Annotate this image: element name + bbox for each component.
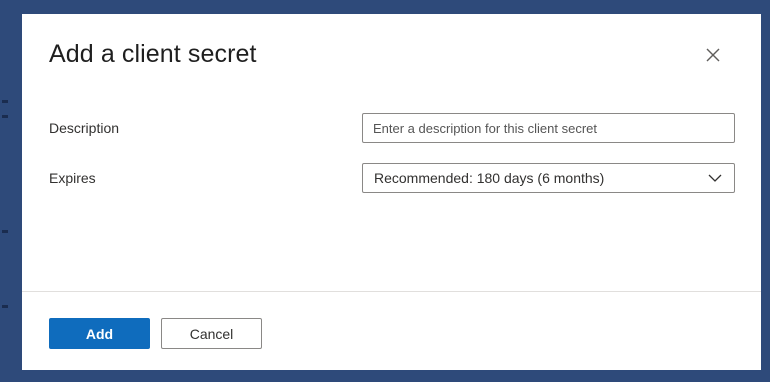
close-icon[interactable]: [704, 46, 722, 64]
footer-divider: [22, 291, 761, 292]
chevron-down-icon: [708, 174, 722, 182]
cancel-button[interactable]: Cancel: [161, 318, 262, 349]
expires-selected-value: Recommended: 180 days (6 months): [374, 170, 605, 186]
dialog-title: Add a client secret: [49, 40, 257, 68]
client-secret-dialog: Add a client secret Description Expires …: [22, 14, 761, 370]
backdrop-mark: [2, 100, 8, 103]
add-button[interactable]: Add: [49, 318, 150, 349]
expires-label: Expires: [49, 170, 96, 186]
backdrop-mark: [2, 305, 8, 308]
backdrop-mark: [2, 115, 8, 118]
expires-dropdown[interactable]: Recommended: 180 days (6 months): [362, 163, 735, 193]
modal-backdrop: Add a client secret Description Expires …: [0, 0, 770, 382]
backdrop-mark: [2, 230, 8, 233]
description-input[interactable]: [362, 113, 735, 143]
description-label: Description: [49, 120, 120, 136]
